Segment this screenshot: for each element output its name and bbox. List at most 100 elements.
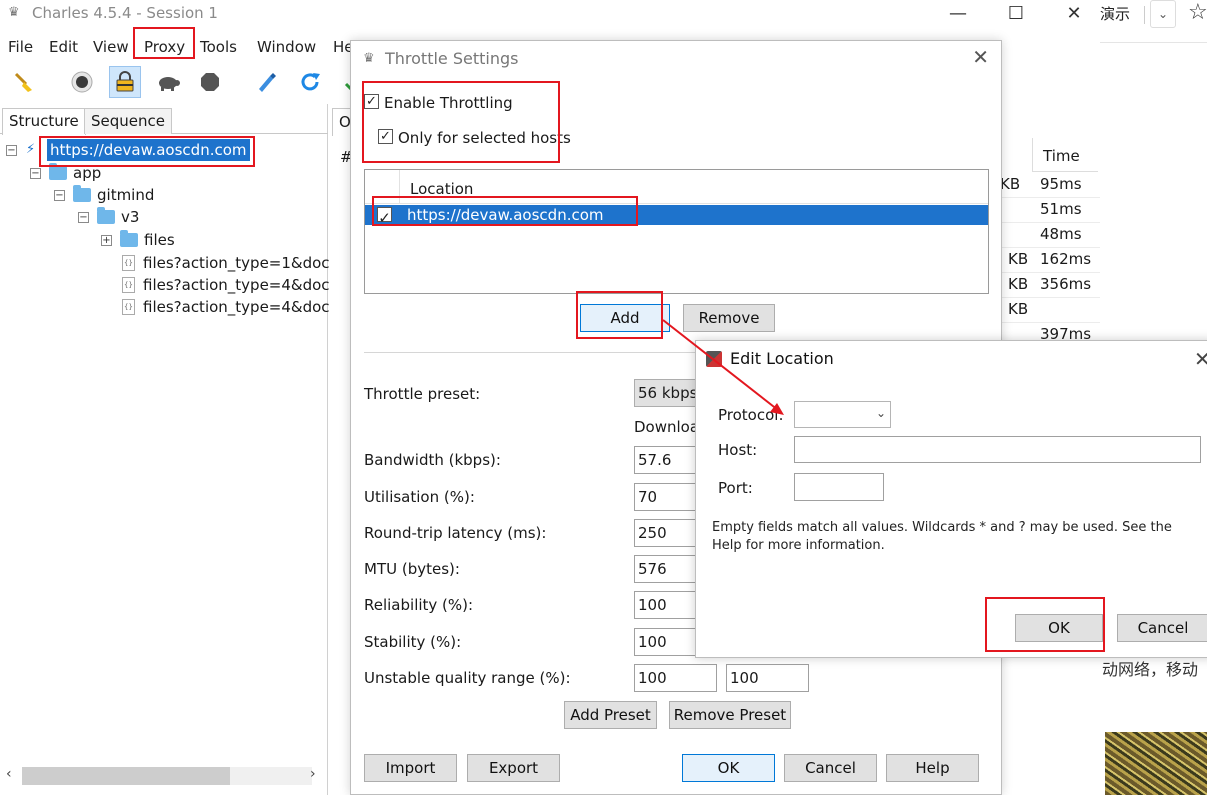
host-field[interactable] [794,436,1201,463]
tree-node-label: v3 [121,208,140,226]
close-button[interactable]: ✕ [1054,2,1094,26]
tree-file-item[interactable]: {} files?action_type=4&doc [122,274,330,296]
edit-location-dialog: Edit Location ✕ Protocol: ⌄ Host: Port: … [695,340,1207,658]
tab-structure[interactable]: Structure [2,108,86,135]
tab-sequence[interactable]: Sequence [84,108,172,134]
tree-node-v3[interactable]: v3 [97,206,139,228]
remove-preset-button[interactable]: Remove Preset [669,701,791,729]
browser-separator [1144,6,1145,24]
unstable-range-max-field[interactable]: 100 [726,664,809,692]
scroll-left-icon[interactable]: ‹ [6,766,12,782]
tree-file-item[interactable]: {} files?action_type=1&doc [122,252,330,274]
browser-article-image [1105,732,1207,795]
tab-overview[interactable]: O [332,108,352,136]
browser-tab-label[interactable]: 演示 [1100,0,1142,28]
mtu-label: MTU (bytes): [364,560,460,578]
help-hint-text: Empty fields match all values. Wildcards… [712,520,1172,553]
tree-file-item[interactable]: {} files?action_type=4&doc [122,296,330,318]
protocol-select[interactable]: ⌄ [794,401,891,428]
cancel-button[interactable]: Cancel [784,754,877,782]
annotation-proxy-menu [133,27,195,59]
cancel-button[interactable]: Cancel [1117,614,1207,642]
tree-node-label: files [144,231,175,249]
window-title: Charles 4.5.4 - Session 1 [32,4,218,22]
add-preset-button[interactable]: Add Preset [564,701,657,729]
latency-label: Round-trip latency (ms): [364,524,547,542]
pen-icon[interactable] [250,66,282,98]
remove-button[interactable]: Remove [683,304,775,332]
collapse-toggle[interactable]: − [30,168,41,179]
dialog-title: Edit Location [730,349,834,368]
browser-article-text: 动网络，移动 [1102,660,1199,679]
charles-app-icon: ♛ [8,5,20,20]
scroll-right-icon[interactable]: › [310,766,316,782]
time-cell: 48ms [1040,225,1082,243]
menu-window[interactable]: Window [257,34,316,60]
horizontal-scrollbar[interactable]: ‹ › [0,764,328,788]
tree-file-label: files?action_type=4&doc [143,298,330,316]
scroll-thumb[interactable] [22,767,230,785]
unstable-range-min-field[interactable]: 100 [634,664,717,692]
host-label: Host: [718,441,758,459]
expand-toggle[interactable]: + [101,235,112,246]
close-icon[interactable]: ✕ [972,45,989,69]
annotation-ok-button [985,597,1105,652]
close-icon[interactable]: ✕ [1194,347,1207,371]
bandwidth-label: Bandwidth (kbps): [364,451,501,469]
menu-view[interactable]: View [93,34,129,60]
column-time[interactable]: Time [1032,138,1098,172]
edit-location-icon [706,351,722,367]
port-field[interactable] [794,473,884,501]
collapse-toggle[interactable]: − [78,212,89,223]
time-cell: 51ms [1040,200,1082,218]
ssl-proxying-icon[interactable] [109,66,141,98]
tree-node-files[interactable]: files [120,229,175,251]
folder-icon [97,206,115,224]
import-button[interactable]: Import [364,754,457,782]
tree-node-gitmind[interactable]: gitmind [73,184,154,206]
dialog-title: Throttle Settings [385,49,519,68]
unstable-range-label: Unstable quality range (%): [364,669,571,687]
help-button[interactable]: Help [886,754,979,782]
ok-button[interactable]: OK [682,754,775,782]
protocol-label: Protocol: [718,406,784,424]
chevron-down-icon[interactable]: ⌄ [1150,0,1176,28]
reliability-label: Reliability (%): [364,596,474,614]
annotation-host [39,136,255,167]
time-cell: 356ms [1040,275,1092,293]
record-icon[interactable] [66,66,98,98]
refresh-icon[interactable] [294,66,326,98]
throttle-turtle-icon[interactable] [152,66,184,98]
file-icon: {} [122,298,135,315]
collapse-toggle[interactable]: − [6,145,17,156]
annotation-checkboxes [362,81,560,163]
menu-tools[interactable]: Tools [200,34,237,60]
star-icon[interactable]: ☆ [1188,0,1207,25]
size-cell: KB [1000,175,1021,193]
size-cell: KB [1008,300,1029,318]
annotation-location-row [372,196,638,226]
stop-icon[interactable] [194,66,226,98]
folder-icon [73,184,91,202]
tree-file-label: files?action_type=1&doc [143,254,330,272]
export-button[interactable]: Export [467,754,560,782]
tree-file-label: files?action_type=4&doc [143,276,330,294]
minimize-button[interactable]: — [938,2,978,26]
stability-label: Stability (%): [364,633,462,651]
size-cell: KB [1008,250,1029,268]
lightning-icon: ⚡ [26,142,36,157]
title-bar: ♛ Charles 4.5.4 - Session 1 — ☐ ✕ [0,0,1100,30]
broom-icon[interactable] [8,66,40,98]
size-cell: KB [1008,275,1029,293]
browser-divider [1100,42,1207,43]
maximize-button[interactable]: ☐ [996,2,1036,26]
chevron-down-icon: ⌄ [875,406,886,420]
port-label: Port: [718,479,753,497]
utilisation-label: Utilisation (%): [364,488,475,506]
file-icon: {} [122,276,135,293]
collapse-toggle[interactable]: − [54,190,65,201]
menu-file[interactable]: File [8,34,33,60]
charles-app-icon: ♛ [363,51,375,66]
folder-icon [120,229,138,247]
menu-edit[interactable]: Edit [49,34,78,60]
